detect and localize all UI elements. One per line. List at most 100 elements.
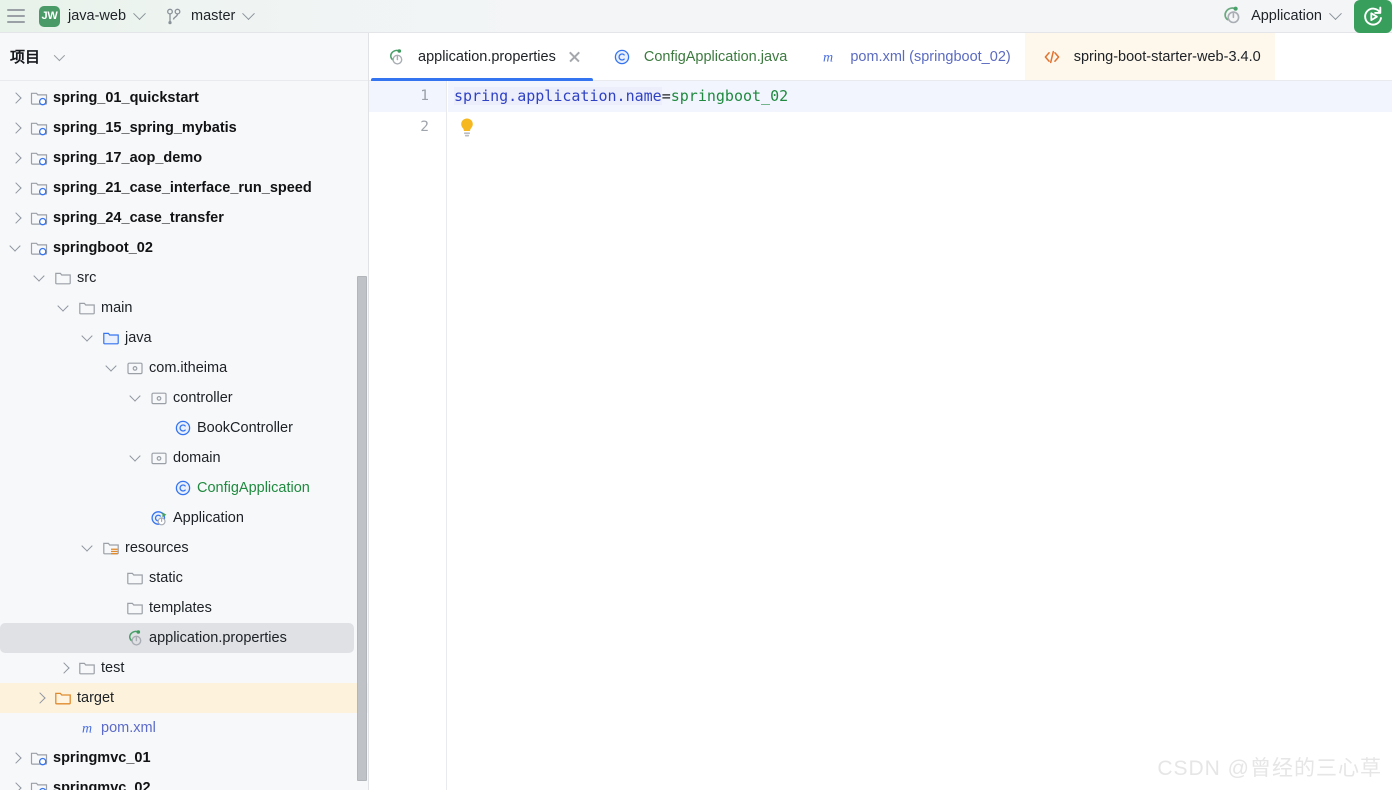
tree-node-label: Application [173,510,244,526]
chevron-down-icon[interactable] [10,241,24,255]
property-key: spring.application.name [454,87,662,105]
tree-node-com-itheima[interactable]: com.itheima [0,353,368,383]
chevron-right-icon[interactable] [10,211,24,225]
folder-icon-wrap [78,659,101,677]
tree-node-label: domain [173,450,221,466]
tree-node-application-properties[interactable]: application.properties [0,623,354,653]
chevron-right-icon[interactable] [10,181,24,195]
chevron-down-icon[interactable] [53,49,66,61]
spring-runnable-class-icon [151,511,167,526]
git-branch-widget[interactable]: master [166,6,256,25]
run-config-name-label[interactable]: Application [1251,8,1322,24]
package-icon [127,362,143,375]
module-folder-icon [30,752,48,766]
chevron-down-icon[interactable] [106,361,120,375]
tree-node-spring-17-aop-demo[interactable]: spring_17_aop_demo [0,143,368,173]
tree-node-spring-01-quickstart[interactable]: spring_01_quickstart [0,83,368,113]
tree-node-label: java [125,330,152,346]
tree-node-spring-24-case-transfer[interactable]: spring_24_case_transfer [0,203,368,233]
chevron-down-icon[interactable] [82,331,96,345]
chevron-down-icon[interactable] [34,271,48,285]
chevron-down-icon[interactable] [242,6,256,20]
tree-node-resources[interactable]: resources [0,533,368,563]
xml-code-icon [1044,50,1060,63]
folder-icon [79,662,95,675]
run-configuration-area: Application [1222,0,1392,33]
project-name-label[interactable]: java-web [68,8,126,24]
chevron-right-icon[interactable] [10,121,24,135]
project-tree-scrollbar[interactable] [357,276,367,781]
editor-tab-label: ConfigApplication.java [643,48,788,65]
java-class-icon-wrap [613,48,636,66]
editor-tab-application-properties[interactable]: application.properties [369,33,595,82]
tree-node-application[interactable]: Application [0,503,368,533]
resource-root-icon-wrap [102,539,125,557]
module-folder-icon [30,122,48,136]
tree-node-main[interactable]: main [0,293,368,323]
chevron-down-icon[interactable] [1329,6,1342,20]
maven-pom-icon-wrap: m [78,719,101,737]
package-icon-wrap [150,449,173,467]
editor-tab-spring-boot-starter-web-3-4-0[interactable]: spring-boot-starter-web-3.4.0 [1024,33,1275,80]
module-folder-icon-wrap [30,779,53,790]
chevron-right-icon[interactable] [10,91,24,105]
tree-node-label: pom.xml [101,720,156,736]
code-content: spring.application.name=springboot_02 [448,81,1392,143]
module-folder-icon-wrap [30,209,53,227]
chevron-right-icon[interactable] [10,151,24,165]
chevron-right-icon[interactable] [58,661,72,675]
tree-node-bookcontroller[interactable]: BookController [0,413,368,443]
folder-icon-wrap [126,569,149,587]
chevron-down-icon[interactable] [130,451,144,465]
code-line-1: spring.application.name=springboot_02 [448,81,1392,112]
tree-node-pom-xml[interactable]: m pom.xml [0,713,368,743]
tree-node-springboot-02[interactable]: springboot_02 [0,233,368,263]
tree-node-static[interactable]: static [0,563,368,593]
tree-node-src[interactable]: src [0,263,368,293]
editor-tab-pom-xml-springboot-02-[interactable]: m pom.xml (springboot_02) [801,33,1024,80]
rerun-icon [1364,6,1382,26]
tree-node-templates[interactable]: templates [0,593,368,623]
editor-tab-configapplication-java[interactable]: ConfigApplication.java [595,33,801,80]
code-editor[interactable]: 1 2 spring.application.name=springboot_0… [369,81,1392,790]
rerun-button[interactable] [1354,0,1392,33]
project-tree: spring_01_quickstart spring_15_spring_myb… [0,81,368,790]
tree-node-spring-21-case-interface-run-speed[interactable]: spring_21_case_interface_run_speed [0,173,368,203]
editor-tab-label: spring-boot-starter-web-3.4.0 [1073,48,1261,65]
tree-node-springmvc-02[interactable]: springmvc_02 [0,773,368,790]
tree-node-configapplication[interactable]: ConfigApplication [0,473,368,503]
hamburger-icon[interactable] [7,9,25,23]
git-branch-icon [167,8,181,24]
tree-node-springmvc-01[interactable]: springmvc_01 [0,743,368,773]
spring-properties-icon [390,48,403,65]
tree-node-label: spring_01_quickstart [53,90,199,106]
chevron-right-icon[interactable] [34,691,48,705]
tree-node-java[interactable]: java [0,323,368,353]
tree-node-spring-15-spring-mybatis[interactable]: spring_15_spring_mybatis [0,113,368,143]
chevron-down-icon[interactable] [133,6,146,20]
chevron-right-icon[interactable] [10,751,24,765]
tree-node-controller[interactable]: controller [0,383,368,413]
package-icon [151,392,167,405]
package-icon-wrap [150,389,173,407]
chevron-down-icon[interactable] [82,541,96,555]
spring-properties-icon [129,630,142,646]
chevron-right-icon[interactable] [10,781,24,790]
folder-icon [79,302,95,315]
module-folder-icon [30,182,48,196]
branch-name-label: master [191,8,236,24]
close-icon[interactable] [568,50,581,63]
tree-node-label: controller [173,390,233,406]
module-folder-icon-wrap [30,179,53,197]
chevron-down-icon[interactable] [130,391,144,405]
svg-text:m: m [823,50,833,65]
tree-node-label: application.properties [149,630,287,646]
tree-node-target[interactable]: target [0,683,368,713]
tree-node-domain[interactable]: domain [0,443,368,473]
folder-icon-wrap [78,299,101,317]
tree-node-test[interactable]: test [0,653,368,683]
chevron-down-icon[interactable] [58,301,72,315]
tree-node-label: BookController [197,420,293,436]
